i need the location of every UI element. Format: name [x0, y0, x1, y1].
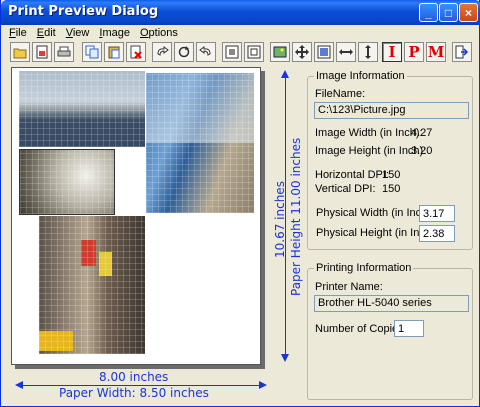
printable-height-label: 10.67 inches: [273, 181, 287, 258]
move-icon: [295, 45, 309, 59]
text-button-p[interactable]: P: [404, 42, 424, 62]
printable-width-label: 8.00 inches: [99, 370, 169, 384]
redo-button[interactable]: [196, 42, 216, 62]
arrow-left: [15, 381, 23, 389]
minimize-button[interactable]: _: [419, 3, 438, 22]
image-width-value: 4.27: [411, 127, 433, 139]
redo-icon: [199, 46, 211, 56]
rotate-button[interactable]: [174, 42, 194, 62]
image-information-legend: Image Information: [314, 70, 407, 82]
filename-label: FileName:: [315, 88, 366, 100]
arrow-up: [281, 70, 289, 78]
stretch-horizontal-icon: [339, 49, 353, 55]
fit-icon: [225, 45, 239, 59]
paste-icon: [108, 46, 120, 59]
copies-input[interactable]: [394, 320, 424, 337]
horizontal-dpi-value: 150: [382, 169, 401, 181]
copy-icon: [85, 45, 99, 59]
stretch-horizontal-button[interactable]: [336, 42, 356, 62]
paste-button[interactable]: [104, 42, 124, 62]
menu-bar: File Edit View Image Options: [4, 26, 183, 40]
menu-options-rest: ptions: [148, 27, 178, 39]
copies-label: Number of Copies:: [315, 323, 407, 335]
window-title: Print Preview Dialog: [8, 4, 159, 19]
toolbar: I P M: [4, 42, 478, 66]
photo-grid-overlay: [20, 150, 114, 214]
save-icon: [36, 45, 48, 59]
delete-button[interactable]: [126, 42, 146, 62]
exit-icon: [455, 45, 469, 59]
open-button[interactable]: [10, 42, 30, 62]
image-icon: [273, 46, 287, 58]
paper-width-label: Paper Width: 8.50 inches: [59, 386, 209, 400]
print-icon: [57, 46, 71, 57]
menu-view[interactable]: View: [61, 26, 95, 40]
arrow-down: [281, 354, 289, 362]
printer-name-field: Brother HL-5040 series: [314, 295, 469, 312]
physical-height-input[interactable]: [419, 225, 455, 242]
page-button[interactable]: [314, 42, 334, 62]
physical-width-input[interactable]: [419, 205, 455, 222]
menu-file-rest: ile: [15, 27, 27, 39]
actual-size-button[interactable]: [244, 42, 264, 62]
photo-grid-overlay: [146, 73, 254, 213]
stretch-vertical-icon: [365, 45, 371, 59]
open-icon: [13, 48, 27, 59]
filename-field: C:\123\Picture.jpg: [314, 102, 469, 119]
printer-name-label: Printer Name:: [315, 281, 383, 293]
paper-preview[interactable]: [11, 67, 261, 365]
paper-height-label: Paper Height 11.00 inches: [289, 137, 303, 296]
photo-grid-overlay: [39, 216, 145, 354]
menu-options[interactable]: Options: [135, 26, 183, 40]
exit-button[interactable]: [452, 42, 472, 62]
vertical-dpi-label: Vertical DPI:: [315, 183, 376, 195]
printing-information-legend: Printing Information: [314, 262, 414, 274]
physical-width-label: Physical Width (in Inch):: [316, 207, 434, 219]
undo-button[interactable]: [152, 42, 172, 62]
menu-edit[interactable]: Edit: [32, 26, 61, 40]
photo-city-street[interactable]: [39, 216, 145, 354]
undo-icon: [157, 46, 169, 56]
actual-size-icon: [247, 45, 261, 59]
image-height-label: Image Height (in Inch):: [315, 145, 427, 157]
text-button-i[interactable]: I: [382, 42, 402, 62]
photo-glass-tower[interactable]: [146, 73, 254, 213]
text-button-m[interactable]: M: [426, 42, 446, 62]
print-preview-window: Print Preview Dialog _ □ × File Edit Vie…: [0, 0, 480, 407]
copy-button[interactable]: [82, 42, 102, 62]
menu-view-rest: iew: [72, 27, 90, 39]
print-button[interactable]: [54, 42, 74, 62]
page-icon: [317, 45, 331, 59]
close-button[interactable]: ×: [459, 3, 478, 22]
move-button[interactable]: [292, 42, 312, 62]
photo-interior[interactable]: [19, 149, 115, 215]
menu-image-rest: mage: [102, 27, 130, 39]
stretch-vertical-button[interactable]: [358, 42, 378, 62]
fit-button[interactable]: [222, 42, 242, 62]
maximize-button[interactable]: □: [439, 3, 458, 22]
arrow-right: [259, 381, 267, 389]
save-button[interactable]: [32, 42, 52, 62]
rotate-icon: [178, 46, 190, 58]
photo-grid-overlay: [19, 71, 145, 147]
image-width-label: Image Width (in Inch):: [315, 127, 423, 139]
vertical-dpi-value: 150: [382, 183, 401, 195]
delete-icon: [130, 45, 142, 59]
menu-image[interactable]: Image: [94, 26, 135, 40]
title-bar[interactable]: Print Preview Dialog _ □ ×: [1, 0, 480, 25]
menu-file[interactable]: File: [4, 26, 32, 40]
image-height-value: 3.20: [411, 145, 433, 157]
image-button[interactable]: [270, 42, 290, 62]
photo-harbor-skyline[interactable]: [19, 71, 145, 147]
menu-edit-rest: dit: [44, 27, 56, 39]
horizontal-dpi-label: Horizontal DPI:: [315, 169, 389, 181]
